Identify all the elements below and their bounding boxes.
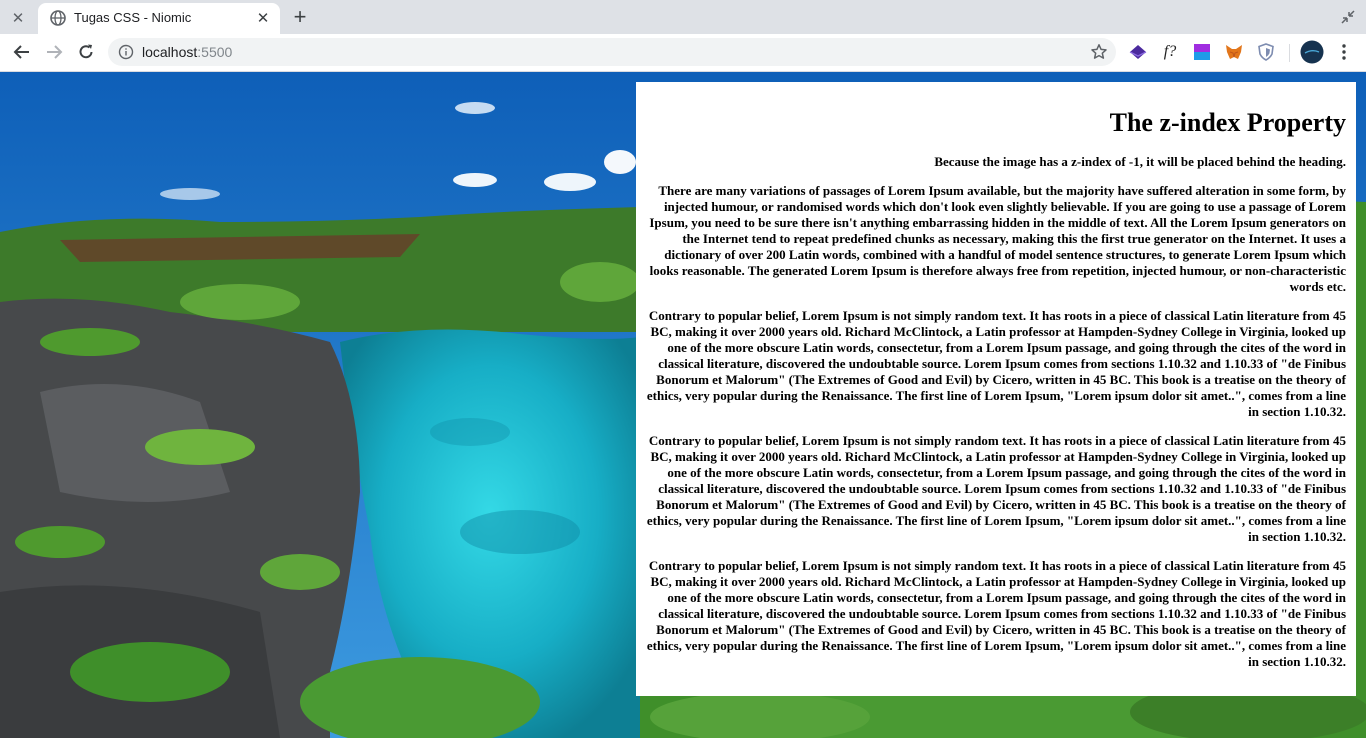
tab-strip: ✕ Tugas CSS - Niomic ✕ + bbox=[0, 0, 1366, 34]
more-menu-icon[interactable] bbox=[1334, 42, 1354, 62]
tab-close-icon[interactable]: ✕ bbox=[254, 9, 272, 27]
layers-icon[interactable] bbox=[1128, 42, 1148, 62]
plus-icon: + bbox=[293, 4, 307, 29]
content-box: The z-index Property Because the image h… bbox=[636, 82, 1356, 696]
avatar[interactable] bbox=[1300, 40, 1324, 64]
page-heading: The z-index Property bbox=[1109, 108, 1346, 137]
address-bar[interactable]: localhost:5500 bbox=[108, 38, 1116, 66]
intro-paragraph: Because the image has a z-index of -1, i… bbox=[934, 154, 1346, 169]
back-arrow-icon bbox=[13, 45, 29, 59]
restore-window-icon[interactable] bbox=[1340, 9, 1356, 25]
paragraph-4: Contrary to popular belief, Lorem Ipsum … bbox=[646, 558, 1346, 669]
url-host: localhost bbox=[142, 44, 198, 60]
toolbar-separator bbox=[1289, 44, 1290, 62]
browser-toolbar: localhost:5500 f? bbox=[0, 34, 1366, 72]
tab-active[interactable]: Tugas CSS - Niomic ✕ bbox=[38, 3, 280, 34]
url-port: :5500 bbox=[197, 44, 233, 60]
inactive-tab-close-icon[interactable]: ✕ bbox=[8, 8, 28, 28]
bookmark-star-icon[interactable] bbox=[1090, 43, 1108, 61]
forward-button[interactable] bbox=[42, 40, 66, 64]
page-viewport[interactable]: The z-index Property Because the image h… bbox=[0, 72, 1366, 738]
reload-icon bbox=[79, 44, 93, 59]
font-finder-glyph: f? bbox=[1163, 43, 1177, 60]
reload-button[interactable] bbox=[74, 40, 98, 64]
paragraph-1: There are many variations of passages of… bbox=[649, 183, 1346, 294]
new-tab-button[interactable]: + bbox=[288, 5, 312, 29]
font-finder-icon[interactable]: f? bbox=[1160, 42, 1180, 62]
color-picker-icon[interactable] bbox=[1192, 42, 1212, 62]
back-button[interactable] bbox=[10, 40, 34, 64]
info-icon[interactable] bbox=[118, 44, 134, 60]
forward-arrow-icon bbox=[47, 45, 63, 59]
paragraph-3: Contrary to popular belief, Lorem Ipsum … bbox=[646, 433, 1346, 544]
globe-icon bbox=[50, 10, 66, 26]
shield-icon[interactable] bbox=[1256, 42, 1276, 62]
paragraph-2: Contrary to popular belief, Lorem Ipsum … bbox=[646, 308, 1346, 419]
tab-title: Tugas CSS - Niomic bbox=[74, 10, 192, 25]
url-text[interactable]: localhost:5500 bbox=[142, 44, 232, 60]
metamask-fox-icon[interactable] bbox=[1224, 42, 1244, 62]
